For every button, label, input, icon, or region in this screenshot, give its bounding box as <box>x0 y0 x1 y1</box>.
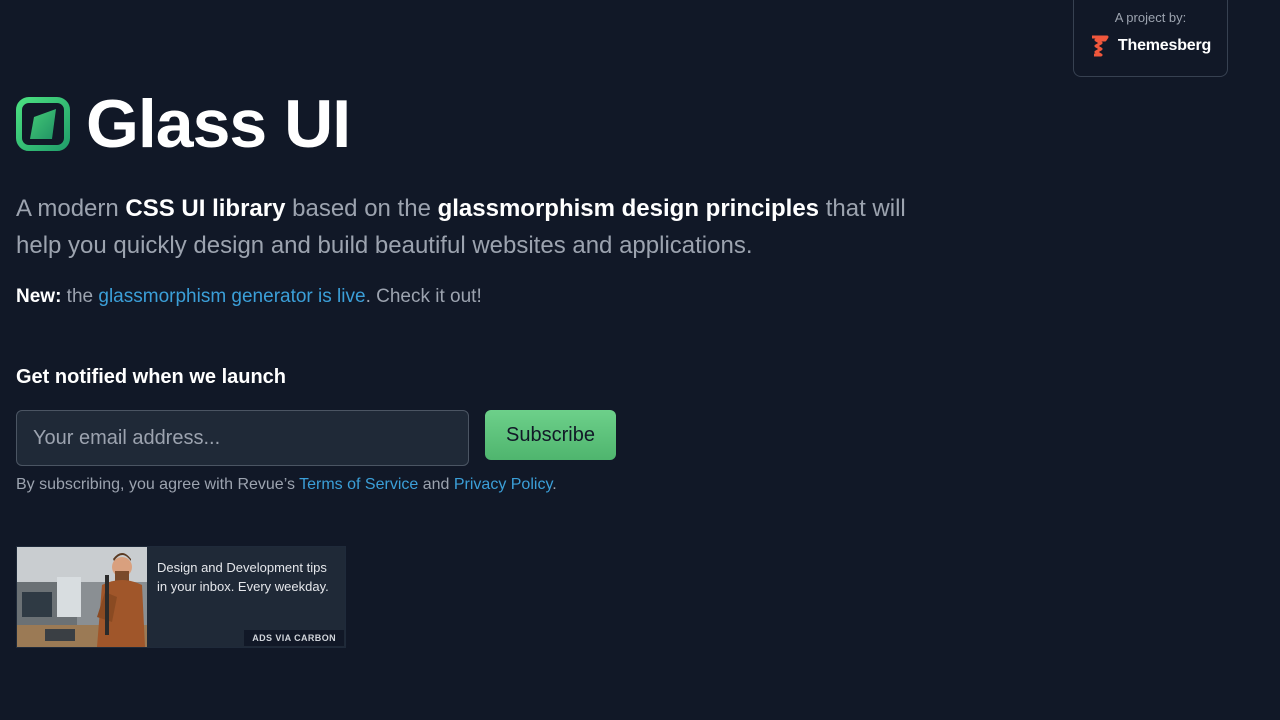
project-label: A project by: <box>1114 10 1187 25</box>
lead-text-2: based on the <box>285 195 438 222</box>
project-badge[interactable]: A project by: Themesberg <box>1073 0 1228 77</box>
privacy-policy-link[interactable]: Privacy Policy <box>454 476 552 493</box>
ad-photo-workspace <box>17 547 147 647</box>
project-name: Themesberg <box>1117 37 1212 54</box>
glass-ui-logo-icon <box>16 97 70 151</box>
ad-credit[interactable]: ADS VIA CARBON <box>244 630 344 646</box>
lead-text-1: A modern <box>16 195 126 222</box>
news-line: New: the glassmorphism generator is live… <box>16 286 482 308</box>
news-text-1: the <box>61 286 99 307</box>
themesberg-logo-icon <box>1091 35 1109 57</box>
newsletter-title: Get notified when we launch <box>16 366 287 388</box>
hero-header: Glass UI <box>16 86 351 162</box>
terms-text: By subscribing, you agree with Revue’s T… <box>16 476 557 494</box>
carbon-ad[interactable]: Design and Development tips in your inbo… <box>16 546 346 648</box>
email-input[interactable] <box>16 410 469 466</box>
terms-of-service-link[interactable]: Terms of Service <box>299 476 418 493</box>
news-text-2: . Check it out! <box>365 286 482 307</box>
generator-link[interactable]: glassmorphism generator is live <box>98 286 365 307</box>
lead-strong-1: CSS UI library <box>125 195 286 222</box>
terms-text-2: and <box>418 476 454 493</box>
project-brand-link[interactable]: Themesberg <box>1090 35 1211 57</box>
terms-text-3: . <box>552 476 557 493</box>
news-prefix: New: <box>16 286 62 307</box>
lead-strong-2: glassmorphism design principles <box>437 195 820 222</box>
page-title: Glass UI <box>86 86 351 162</box>
ad-image[interactable] <box>17 547 147 647</box>
subscribe-button[interactable]: Subscribe <box>485 410 616 460</box>
terms-text-1: By subscribing, you agree with Revue’s <box>16 476 300 493</box>
hero-lead: A modern CSS UI library based on the gla… <box>16 190 956 264</box>
